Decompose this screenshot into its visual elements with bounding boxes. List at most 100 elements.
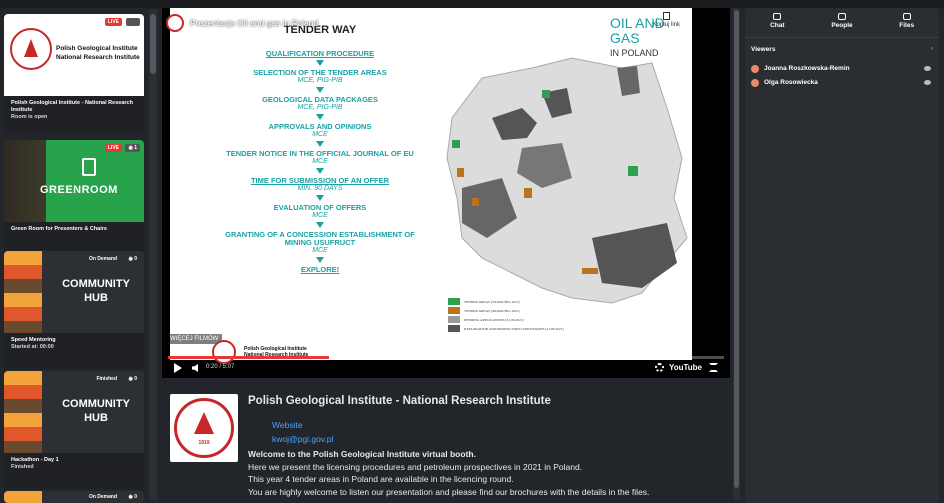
more-videos-label[interactable]: WIĘCEJ FILMÓW <box>166 334 223 344</box>
step-label: EVALUATION OF OFFERS <box>273 203 367 212</box>
session-thumbnail <box>4 491 144 503</box>
tender-area-green-3 <box>628 166 638 176</box>
session-caption: Speed Mentoring Started at: 00:00 <box>4 333 144 369</box>
map-legend: TENDER AREAS (5th ROUND, 2021) TENDER ARE… <box>448 298 588 334</box>
viewers-header[interactable]: Viewers › <box>751 46 933 53</box>
viewer-name: Joanna Roszkowska-Remin <box>764 65 850 72</box>
session-card-pgi[interactable]: Polish Geological Institute National Res… <box>4 14 144 132</box>
session-thumbnail: COMMUNITY HUB <box>4 251 144 333</box>
rail-scrollbar[interactable] <box>149 10 157 500</box>
people-illustration <box>4 371 42 453</box>
side-panel: Chat People Files Viewers › Joanna Roszk… <box>745 8 939 503</box>
tender-area-brown-3 <box>524 188 532 198</box>
viewer-row[interactable]: Olga Rosowiecka <box>751 78 933 90</box>
step-label: QUALIFICATION PROCEDURE <box>265 49 375 58</box>
logo-year: 1919 <box>198 440 210 446</box>
step-sub: MCE <box>312 131 328 138</box>
welcome-line: Welcome to the Polish Geological Institu… <box>248 449 476 459</box>
tender-step: QUALIFICATION PROCEDURE <box>225 50 415 58</box>
files-icon <box>902 13 911 20</box>
legend-label: TENDER AREAS (4th ROUND, 2021) <box>464 308 520 313</box>
fullscreen-icon[interactable] <box>709 363 718 372</box>
poland-concession-map <box>446 57 688 304</box>
session-title: Speed Mentoring <box>11 337 56 343</box>
email-link[interactable]: kwoj@pgi.gov.pl <box>272 434 333 444</box>
people-illustration <box>4 251 42 333</box>
legend-swatch <box>448 298 460 305</box>
eye-icon <box>924 80 931 85</box>
step-sub: MIN. 90 DAYS <box>297 185 343 192</box>
session-caption: Hackathon - Day 1 Finished <box>4 453 144 489</box>
viewer-count: 1 <box>134 145 137 151</box>
down-arrow-icon <box>316 114 324 120</box>
chat-icon <box>773 13 782 20</box>
tender-area-green-1 <box>542 90 550 98</box>
chevron-right-icon: › <box>931 46 933 52</box>
session-card-speed-mentoring[interactable]: COMMUNITY HUB On Demand ◉ 0 Speed Mentor… <box>4 251 144 369</box>
main-scrollbar[interactable] <box>733 8 740 500</box>
video-controls: 0:20 / 5:07 YouTube <box>162 360 730 378</box>
session-status: Room is open <box>11 114 48 120</box>
video-progress-bar[interactable] <box>168 356 724 359</box>
panel-tabs: Chat People Files <box>745 8 939 38</box>
youtube-video-title[interactable]: Prezentacja Oil and gas in Poland <box>190 18 318 28</box>
step-label: EXPLORE! <box>300 265 340 274</box>
tab-people[interactable]: People <box>810 8 875 37</box>
session-thumbnail: Polish Geological Institute National Res… <box>4 14 144 96</box>
tab-files[interactable]: Files <box>874 8 939 37</box>
channel-avatar[interactable] <box>166 14 184 32</box>
tender-steps: TENDER WAY QUALIFICATION PROCEDURE SELECT… <box>225 24 415 274</box>
session-title: Polish Geological Institute - National R… <box>11 100 133 113</box>
down-arrow-icon <box>316 222 324 228</box>
viewer-row[interactable]: Joanna Roszkowska-Remin <box>751 64 933 76</box>
video-player[interactable]: TENDER WAY QUALIFICATION PROCEDURE SELECT… <box>162 8 730 378</box>
legend-item: PENDING APPLICATIONS (31.08.2021) <box>448 316 588 323</box>
live-badge: LIVE <box>104 18 122 26</box>
description-line: You are highly welcome to listen our pre… <box>248 486 650 497</box>
gear-icon[interactable] <box>655 363 664 372</box>
website-link[interactable]: Website <box>272 420 303 430</box>
tender-step: GRANTING OF A CONCESSION ESTABLISHMENT O… <box>225 231 415 255</box>
clipboard-icon <box>82 158 96 176</box>
tender-step: TENDER NOTICE IN THE OFFICIAL JOURNAL OF… <box>225 150 415 166</box>
session-card-greenroom[interactable]: GREENROOM LIVE ◉ 1 Green Room for Presen… <box>4 140 144 258</box>
people-icon <box>838 13 846 20</box>
play-icon[interactable] <box>174 363 182 373</box>
rail-scrollbar-thumb[interactable] <box>150 14 156 74</box>
copy-link-button[interactable]: Kopiuj link <box>653 12 680 28</box>
video-time: 0:20 / 5:07 <box>206 364 235 370</box>
description-line: This year 4 tender areas in Poland are a… <box>248 474 514 484</box>
viewer-count-badge: ◉ 0 <box>125 375 140 383</box>
viewer-count: 0 <box>134 256 137 262</box>
youtube-logo[interactable]: YouTube <box>669 363 702 372</box>
copy-link-label: Kopiuj link <box>652 22 680 28</box>
down-arrow-icon <box>316 87 324 93</box>
tender-area-brown-1 <box>457 168 464 177</box>
session-card-hackathon[interactable]: COMMUNITY HUB Finished ◉ 0 Hackathon - D… <box>4 371 144 489</box>
volume-icon[interactable] <box>192 364 198 372</box>
step-sub: MCE, PIG-PIB <box>297 104 343 111</box>
legend-label: PENDING APPLICATIONS (31.08.2021) <box>464 317 524 322</box>
avatar <box>751 65 759 73</box>
main-scrollbar-thumb[interactable] <box>734 10 739 488</box>
pgi-logo-large: 1919 <box>170 394 238 462</box>
legend-item: TENDER AREAS (5th ROUND, 2021) <box>448 298 588 305</box>
step-label: SELECTION OF THE TENDER AREAS <box>253 68 387 77</box>
session-thumbnail: COMMUNITY HUB <box>4 371 144 453</box>
tender-step: EXPLORE! <box>225 266 415 274</box>
booth-info: 1919 Polish Geological Institute - Natio… <box>162 382 730 503</box>
step-sub: MCE <box>312 247 328 254</box>
thumbnail-text: GREENROOM <box>40 184 118 196</box>
tab-label: People <box>831 22 853 29</box>
viewer-count: 0 <box>134 494 137 500</box>
thumbnail-text: COMMUNITY HUB <box>62 278 130 304</box>
session-status: Started at: 00:00 <box>11 344 54 350</box>
session-card-partial[interactable]: On Demand ◉ 0 <box>4 491 144 503</box>
legend-label: TENDER AREAS (5th ROUND, 2021) <box>464 299 520 304</box>
tab-chat[interactable]: Chat <box>745 8 810 37</box>
step-label: TIME FOR SUBMISSION OF AN OFFER <box>250 176 390 185</box>
legend-swatch <box>448 307 460 314</box>
step-label: TENDER NOTICE IN THE OFFICIAL JOURNAL OF… <box>226 149 414 158</box>
session-caption: Polish Geological Institute - National R… <box>4 96 144 132</box>
step-sub: MCE <box>312 212 328 219</box>
